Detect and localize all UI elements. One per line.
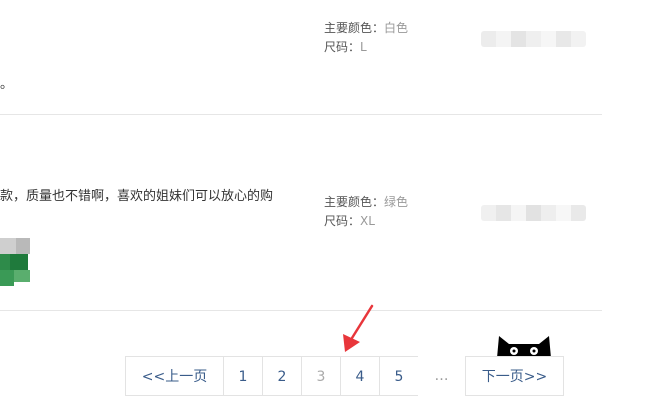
review-divider [0,310,602,311]
sku-size: 尺码：L [324,39,367,55]
sku-size-label: 尺码： [324,214,361,228]
review-photo[interactable] [0,238,32,288]
sku-color: 主要颜色：绿色 [324,194,408,210]
page-1-button[interactable]: 1 [223,356,263,396]
page-2-button[interactable]: 2 [262,356,302,396]
review-text: 。 [0,77,14,92]
blurred-username [481,31,586,47]
sku-color-label: 主要颜色： [324,21,385,35]
review-text: 款，质量也不错啊，喜欢的姐妹们可以放心的购 [0,189,274,204]
sku-size: 尺码：XL [324,213,375,229]
sku-size-value: XL [360,214,375,228]
page-4-button[interactable]: 4 [340,356,380,396]
page-5-button[interactable]: 5 [379,356,419,396]
next-page-button[interactable]: 下一页>> [465,356,564,396]
blurred-username [481,205,586,221]
review-divider [0,114,602,115]
prev-page-button[interactable]: <<上一页 [125,356,224,396]
sku-size-label: 尺码： [324,40,361,54]
red-arrow-icon [330,300,376,358]
sku-color-label: 主要颜色： [324,195,385,209]
sku-color: 主要颜色：白色 [324,20,408,36]
pagination: <<上一页 1 2 3 4 5 … 下一页>> [125,356,564,396]
sku-color-value: 白色 [384,21,409,35]
pagination-ellipsis: … [418,356,465,396]
sku-color-value: 绿色 [384,195,409,209]
page-3-current: 3 [301,356,341,396]
sku-size-value: L [360,40,367,54]
